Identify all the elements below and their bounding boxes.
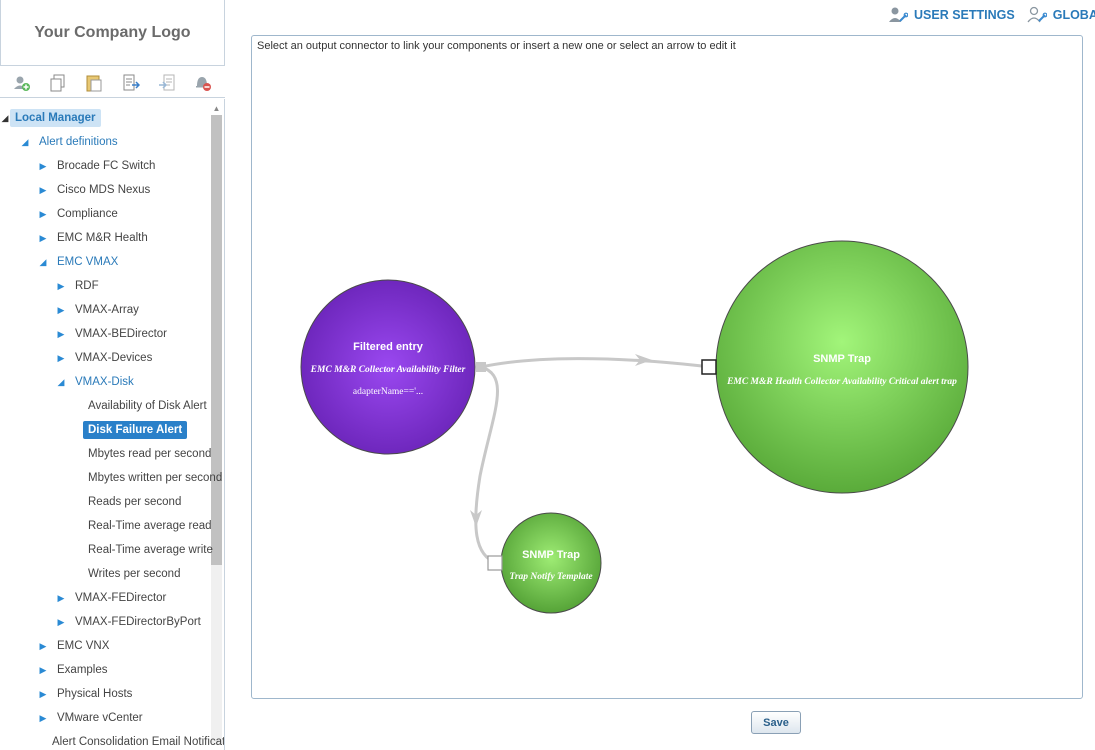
collapse-arrow-icon[interactable]: ◢ — [0, 113, 10, 124]
svg-text:EMC M&R Collector Availability: EMC M&R Collector Availability Filter — [310, 365, 466, 375]
collapse-arrow-icon[interactable]: ◢ — [34, 257, 52, 268]
svg-text:Filtered entry: Filtered entry — [353, 341, 424, 353]
tree-item-local-manager[interactable]: ◢ Local Manager — [0, 107, 101, 129]
tree-item-alert-definitions[interactable]: ◢ Alert definitions — [16, 131, 123, 153]
tree-item-cisco-mds-nexus[interactable]: ▶ Cisco MDS Nexus — [34, 179, 155, 201]
expand-arrow-icon[interactable]: ▶ — [34, 209, 52, 220]
delete-alert-icon[interactable] — [192, 72, 214, 94]
header-links: USER SETTINGS GLOBAL — [888, 6, 1095, 24]
user-settings-icon — [889, 7, 908, 22]
expand-arrow-icon[interactable]: ▶ — [34, 161, 52, 172]
input-connector[interactable] — [701, 359, 717, 375]
svg-text:adapterName=='...: adapterName=='... — [353, 387, 423, 397]
expand-arrow-icon[interactable]: ▶ — [34, 233, 52, 244]
tree-item-writes-per-second[interactable]: Writes per second — [83, 563, 185, 585]
expand-arrow-icon[interactable]: ▶ — [34, 185, 52, 196]
expand-arrow-icon[interactable]: ▶ — [52, 329, 70, 340]
import-icon[interactable] — [156, 72, 178, 94]
expand-arrow-icon[interactable]: ▶ — [52, 281, 70, 292]
tree-item-availability-of-disk-alert[interactable]: Availability of Disk Alert — [83, 395, 212, 417]
tree-item-alert-consolidation[interactable]: Alert Consolidation Email Notification — [52, 731, 224, 750]
tree-item-disk-failure-alert[interactable]: Disk Failure Alert — [83, 419, 188, 441]
tree-item-vmax-fedirectorbyport[interactable]: ▶ VMAX-FEDirectorByPort — [52, 611, 206, 633]
expand-arrow-icon[interactable]: ▶ — [34, 689, 52, 700]
svg-text:Trap Notify Template: Trap Notify Template — [509, 572, 593, 582]
alert-tree: ▲ ◢ Local Manager ◢ Alert definitions ▶ … — [0, 99, 225, 750]
workflow-canvas[interactable]: Select an output connector to link your … — [251, 35, 1083, 699]
scrollbar-thumb[interactable] — [211, 115, 222, 565]
tree-item-vmax-disk[interactable]: ◢ VMAX-Disk — [52, 371, 139, 393]
tree-item-mbytes-read[interactable]: Mbytes read per second — [83, 443, 216, 465]
workflow-diagram[interactable]: Filtered entry EMC M&R Collector Availab… — [252, 36, 1083, 699]
add-alert-icon[interactable] — [11, 72, 33, 94]
tree-item-vmware-vcenter[interactable]: ▶ VMware vCenter — [34, 707, 148, 729]
company-logo: Your Company Logo — [0, 0, 225, 66]
tree-toolbar — [0, 68, 225, 98]
expand-arrow-icon[interactable]: ▶ — [52, 617, 70, 628]
connector-filter-to-small-trap[interactable] — [474, 365, 499, 565]
expand-arrow-icon[interactable]: ▶ — [52, 305, 70, 316]
expand-arrow-icon[interactable]: ▶ — [34, 665, 52, 676]
tree-item-vmax-array[interactable]: ▶ VMAX-Array — [52, 299, 144, 321]
collapse-arrow-icon[interactable]: ◢ — [16, 137, 34, 148]
expand-arrow-icon[interactable]: ▶ — [34, 713, 52, 724]
tree-item-mbytes-written[interactable]: Mbytes written per second — [83, 467, 224, 489]
user-settings-link[interactable]: USER SETTINGS — [888, 6, 1015, 24]
tree-item-emc-vnx[interactable]: ▶ EMC VNX — [34, 635, 114, 657]
tree-item-compliance[interactable]: ▶ Compliance — [34, 203, 123, 225]
tree-item-physical-hosts[interactable]: ▶ Physical Hosts — [34, 683, 137, 705]
export-icon[interactable] — [120, 72, 142, 94]
tree-item-examples[interactable]: ▶ Examples — [34, 659, 113, 681]
global-settings-icon — [1027, 6, 1047, 23]
copy-icon[interactable] — [47, 72, 69, 94]
svg-text:SNMP Trap: SNMP Trap — [813, 353, 871, 365]
expand-arrow-icon[interactable]: ▶ — [52, 593, 70, 604]
snmp-trap-main-node[interactable]: SNMP Trap EMC M&R Health Collector Avail… — [715, 240, 969, 494]
tree-item-rt-average-read[interactable]: Real-Time average read — [83, 515, 217, 537]
tree-item-rdf[interactable]: ▶ RDF — [52, 275, 104, 297]
svg-text:EMC M&R Health Collector Avail: EMC M&R Health Collector Availability Cr… — [726, 377, 957, 387]
output-connector[interactable] — [476, 362, 486, 372]
svg-text:SNMP Trap: SNMP Trap — [522, 549, 580, 561]
connector-filter-to-main-trap[interactable] — [480, 357, 703, 369]
save-button[interactable]: Save — [751, 711, 801, 734]
tree-item-emc-mr-health[interactable]: ▶ EMC M&R Health — [34, 227, 153, 249]
tree-item-emc-vmax[interactable]: ◢ EMC VMAX — [34, 251, 123, 273]
tree-item-vmax-fedirector[interactable]: ▶ VMAX-FEDirector — [52, 587, 171, 609]
input-connector[interactable] — [487, 555, 503, 571]
expand-arrow-icon[interactable]: ▶ — [52, 353, 70, 364]
tree-item-rt-average-write[interactable]: Real-Time average write — [83, 539, 218, 561]
global-settings-link[interactable]: GLOBAL — [1027, 6, 1095, 24]
collapse-arrow-icon[interactable]: ◢ — [52, 377, 70, 388]
tree-item-vmax-bedirector[interactable]: ▶ VMAX-BEDirector — [52, 323, 172, 345]
tree-item-reads-per-second[interactable]: Reads per second — [83, 491, 186, 513]
expand-arrow-icon[interactable]: ▶ — [34, 641, 52, 652]
snmp-trap-small-node[interactable]: SNMP Trap Trap Notify Template — [500, 512, 602, 614]
tree-item-vmax-devices[interactable]: ▶ VMAX-Devices — [52, 347, 157, 369]
paste-icon[interactable] — [83, 72, 105, 94]
filter-node[interactable]: Filtered entry EMC M&R Collector Availab… — [300, 279, 476, 455]
tree-item-brocade-fc-switch[interactable]: ▶ Brocade FC Switch — [34, 155, 160, 177]
scroll-up-arrow-icon[interactable]: ▲ — [211, 103, 222, 114]
